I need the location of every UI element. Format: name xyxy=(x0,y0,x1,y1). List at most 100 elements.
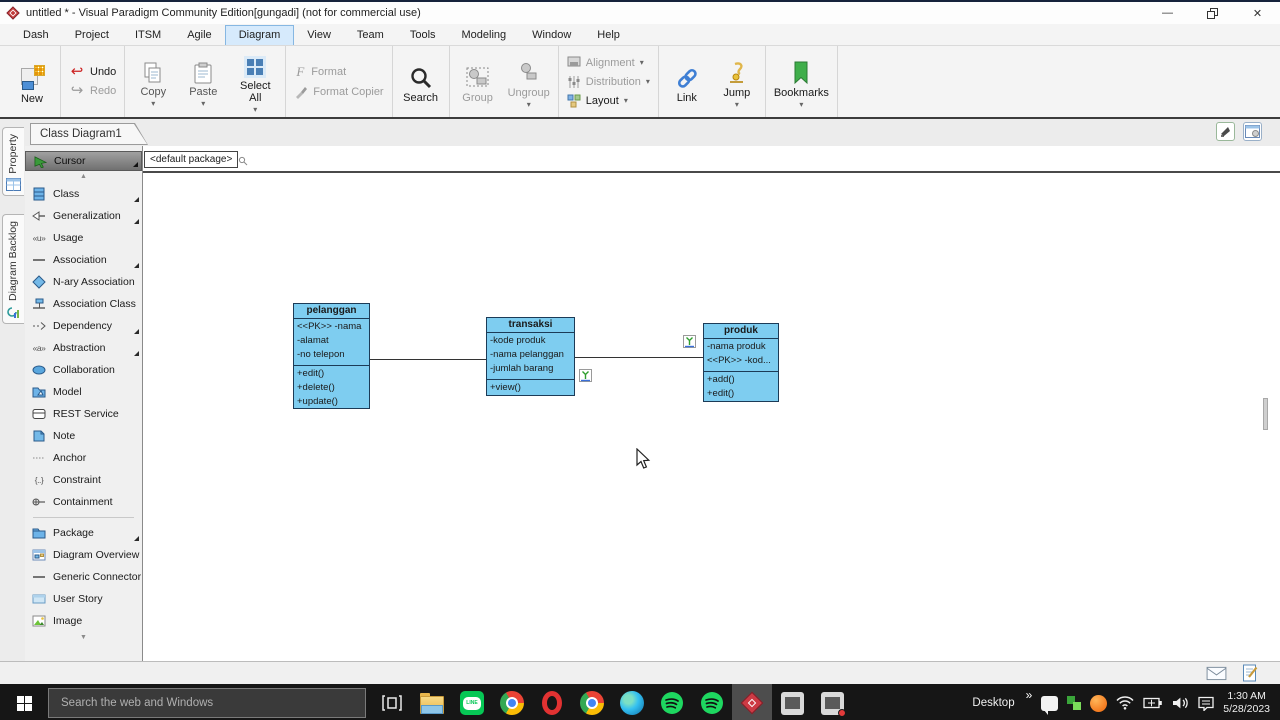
menu-agile[interactable]: Agile xyxy=(174,26,224,45)
class-attribute: -jumlah barang xyxy=(490,363,554,374)
breadcrumb-search-icon[interactable] xyxy=(238,156,248,166)
taskbar-photos[interactable] xyxy=(772,684,812,720)
palette-item-cursor[interactable]: Cursor xyxy=(25,151,142,171)
restore-button[interactable] xyxy=(1190,2,1235,24)
paste-button[interactable]: Paste ▾ xyxy=(183,56,223,108)
tray-overflow-chevron-icon[interactable]: » xyxy=(1026,688,1033,702)
palette-scroll-down[interactable]: ▼ xyxy=(25,632,142,644)
menu-view[interactable]: View xyxy=(294,26,344,45)
taskbar-file-explorer[interactable] xyxy=(412,684,452,720)
canvas-vertical-scrollbar[interactable] xyxy=(1263,398,1268,430)
taskbar-search-input[interactable] xyxy=(48,688,366,718)
avast-tray-icon[interactable] xyxy=(1090,694,1108,712)
tab-class-diagram1[interactable]: Class Diagram1 xyxy=(30,123,148,145)
property-pane-tab[interactable]: Property xyxy=(1,127,24,196)
palette-item-generalization[interactable]: Generalization xyxy=(25,205,142,227)
ungroup-button[interactable]: Ungroup ▾ xyxy=(508,55,550,109)
breadcrumb[interactable]: <default package> xyxy=(144,151,239,168)
association-pelanggan-transaksi[interactable] xyxy=(370,359,486,360)
association-transaksi-produk[interactable] xyxy=(575,357,703,358)
task-view-button[interactable] xyxy=(372,684,412,720)
new-button[interactable]: New xyxy=(12,59,52,105)
resource-catalog-icon[interactable] xyxy=(683,335,696,348)
palette-item-constraint[interactable]: {..} Constraint xyxy=(25,469,142,491)
bookmarks-button[interactable]: Bookmarks ▾ xyxy=(774,55,829,109)
menu-team[interactable]: Team xyxy=(344,26,397,45)
palette-item-dependency[interactable]: Dependency xyxy=(25,315,142,337)
diagram-backlog-tab[interactable]: Diagram Backlog xyxy=(1,213,24,324)
palette-item-user-story[interactable]: User Story xyxy=(25,588,142,610)
uml-class-transaksi[interactable]: transaksi -kode produk -nama pelanggan -… xyxy=(486,317,575,396)
palette-item-nary-association[interactable]: N-ary Association xyxy=(25,271,142,293)
taskbar-chrome[interactable] xyxy=(492,684,532,720)
menu-tools[interactable]: Tools xyxy=(397,26,449,45)
resource-catalog-icon[interactable] xyxy=(579,369,592,382)
taskbar-spotify[interactable] xyxy=(652,684,692,720)
uml-class-produk[interactable]: produk -nama produk <<PK>> -kod... +add(… xyxy=(703,323,779,402)
log-editor-icon[interactable] xyxy=(1241,664,1258,682)
taskbar-opera[interactable] xyxy=(532,684,572,720)
taskbar-edge[interactable] xyxy=(612,684,652,720)
palette-item-note[interactable]: Note xyxy=(25,425,142,447)
mail-icon[interactable] xyxy=(1206,665,1227,681)
menu-diagram[interactable]: Diagram xyxy=(224,25,295,45)
select-all-button[interactable]: Select All ▾ xyxy=(233,50,277,114)
taskbar-line[interactable]: LINE xyxy=(452,684,492,720)
menu-modeling[interactable]: Modeling xyxy=(449,26,520,45)
search-button[interactable]: Search xyxy=(401,60,441,104)
palette-item-generic-connector[interactable]: Generic Connector xyxy=(25,566,142,588)
palette-item-anchor[interactable]: Anchor xyxy=(25,447,142,469)
volume-icon[interactable] xyxy=(1172,696,1189,710)
battery-icon[interactable] xyxy=(1143,697,1163,709)
redo-button[interactable]: ↪ Redo xyxy=(69,83,117,98)
copy-button[interactable]: Copy ▾ xyxy=(133,56,173,108)
flyout-triangle-icon xyxy=(134,351,139,356)
undo-button[interactable]: ↩ Undo xyxy=(69,64,117,79)
menu-dash[interactable]: Dash xyxy=(10,26,62,45)
menu-window[interactable]: Window xyxy=(519,26,584,45)
palette-item-rest-service[interactable]: REST Service xyxy=(25,403,142,425)
desktop-label[interactable]: Desktop xyxy=(972,697,1014,709)
taskbar-clock[interactable]: 1:30 AM 5/28/2023 xyxy=(1223,690,1270,716)
start-button[interactable] xyxy=(0,684,48,720)
palette-item-package[interactable]: Package xyxy=(25,522,142,544)
palette-item-model[interactable]: Model xyxy=(25,381,142,403)
palette-item-image[interactable]: Image xyxy=(25,610,142,632)
layout-button[interactable]: Layout ▾ xyxy=(567,94,650,108)
distribution-button[interactable]: Distribution ▾ xyxy=(567,75,650,89)
panel-layout-button[interactable] xyxy=(1243,122,1262,141)
green-utility-tray-icon[interactable] xyxy=(1067,696,1082,710)
taskbar-photos-2[interactable] xyxy=(812,684,852,720)
menu-project[interactable]: Project xyxy=(62,26,122,45)
close-button[interactable]: ✕ xyxy=(1235,2,1280,24)
chat-bubble-tray-icon[interactable] xyxy=(1041,695,1059,715)
format-button[interactable]: F Format xyxy=(294,64,383,80)
constraint-icon: {..} xyxy=(34,475,44,485)
uml-class-pelanggan[interactable]: pelanggan <<PK>> -nama -alamat -no telep… xyxy=(293,303,370,409)
group-button[interactable]: Group xyxy=(458,60,498,104)
palette-scroll-up[interactable]: ▲ xyxy=(25,171,142,183)
alignment-button[interactable]: Alignment ▾ xyxy=(567,56,650,70)
palette-item-association[interactable]: Association xyxy=(25,249,142,271)
palette-item-diagram-overview[interactable]: Diagram Overview xyxy=(25,544,142,566)
diagram-canvas[interactable]: <default package> pelanggan <<PK>> -nama… xyxy=(142,146,1280,661)
palette-item-containment[interactable]: Containment xyxy=(25,491,142,513)
taskbar-spotify-2[interactable] xyxy=(692,684,732,720)
taskbar-visual-paradigm[interactable] xyxy=(732,684,772,720)
format-copier-button[interactable]: Format Copier xyxy=(294,85,384,99)
palette-item-abstraction[interactable]: «a» Abstraction xyxy=(25,337,142,359)
taskbar-chrome-2[interactable] xyxy=(572,684,612,720)
palette-item-association-class[interactable]: Association Class xyxy=(25,293,142,315)
minimize-button[interactable]: — xyxy=(1145,2,1190,24)
menu-help[interactable]: Help xyxy=(584,26,633,45)
palette-item-usage[interactable]: «u» Usage xyxy=(25,227,142,249)
link-button[interactable]: Link xyxy=(667,60,707,104)
jump-button[interactable]: Jump ▾ xyxy=(717,55,757,109)
menu-itsm[interactable]: ITSM xyxy=(122,26,174,45)
whiteboard-button[interactable] xyxy=(1216,122,1235,141)
palette-item-class[interactable]: Class xyxy=(25,183,142,205)
action-center-icon[interactable] xyxy=(1198,696,1214,711)
palette-item-collaboration[interactable]: Collaboration xyxy=(25,359,142,381)
wifi-icon[interactable] xyxy=(1116,696,1134,710)
notification-dot xyxy=(837,708,846,717)
